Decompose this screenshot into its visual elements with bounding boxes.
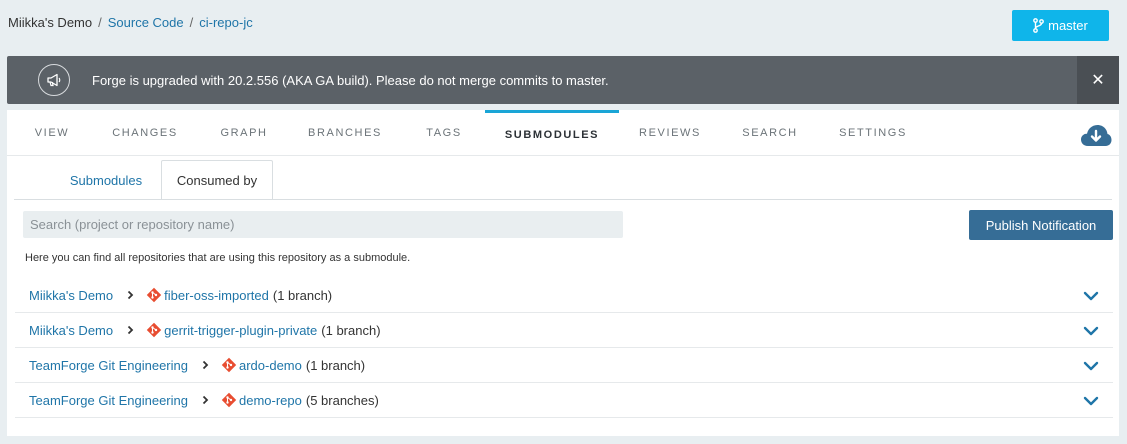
git-icon — [221, 357, 237, 373]
tab-view[interactable]: VIEW — [20, 110, 84, 156]
project-link[interactable]: TeamForge Git Engineering — [29, 393, 188, 408]
tab-settings[interactable]: SETTINGS — [825, 110, 921, 156]
project-link[interactable]: Miikka's Demo — [29, 288, 113, 303]
list-item: TeamForge Git Engineering demo-repo (5 b… — [15, 383, 1113, 418]
branch-count: (1 branch) — [272, 287, 333, 303]
repo-link[interactable]: demo-repo — [239, 393, 302, 408]
git-branch-icon — [1033, 18, 1045, 33]
subtab-divider — [14, 199, 1112, 200]
branch-count: (1 branch) — [321, 322, 381, 338]
search-input[interactable] — [23, 211, 623, 238]
main-panel: VIEW CHANGES GRAPH BRANCHES TAGS SUBMODU… — [7, 110, 1119, 436]
close-banner-button[interactable]: ✕ — [1077, 56, 1119, 104]
chevron-right-icon — [127, 325, 134, 335]
subtab-consumed-by[interactable]: Consumed by — [161, 160, 273, 200]
tab-changes[interactable]: CHANGES — [97, 110, 193, 156]
chevron-down-icon[interactable] — [1083, 324, 1099, 339]
branch-count: (5 branches) — [305, 392, 379, 408]
breadcrumb: Miikka's Demo / Source Code / ci-repo-jc — [8, 15, 253, 30]
megaphone-icon — [38, 64, 70, 96]
breadcrumb-repo-link[interactable]: ci-repo-jc — [199, 15, 252, 30]
breadcrumb-project: Miikka's Demo — [8, 15, 93, 30]
chevron-down-icon[interactable] — [1083, 359, 1099, 374]
git-icon — [221, 392, 237, 408]
banner-message: Forge is upgraded with 20.2.556 (AKA GA … — [92, 72, 609, 88]
list-item: Miikka's Demo gerrit-trigger-plugin-priv… — [15, 313, 1113, 348]
project-link[interactable]: Miikka's Demo — [29, 323, 113, 338]
chevron-right-icon — [202, 395, 209, 405]
chevron-down-icon[interactable] — [1083, 394, 1099, 409]
tab-branches[interactable]: BRANCHES — [295, 110, 395, 156]
repo-tabs: VIEW CHANGES GRAPH BRANCHES TAGS SUBMODU… — [7, 110, 1119, 156]
close-icon: ✕ — [1091, 72, 1105, 89]
tab-submodules[interactable]: SUBMODULES — [485, 110, 619, 156]
help-text: Here you can find all repositories that … — [25, 252, 411, 264]
breadcrumb-separator: / — [189, 15, 194, 30]
announcement-banner: Forge is upgraded with 20.2.556 (AKA GA … — [7, 56, 1119, 104]
chevron-right-icon — [202, 360, 209, 370]
publish-notification-button[interactable]: Publish Notification — [969, 210, 1113, 240]
branch-count: (1 branch) — [305, 357, 366, 373]
project-link[interactable]: TeamForge Git Engineering — [29, 358, 188, 373]
list-item: Miikka's Demo fiber-oss-imported (1 bran… — [15, 278, 1113, 313]
consumer-list: Miikka's Demo fiber-oss-imported (1 bran… — [15, 278, 1113, 418]
tab-reviews[interactable]: REVIEWS — [625, 110, 715, 156]
cloud-download-icon[interactable] — [1080, 124, 1112, 151]
subtab-submodules[interactable]: Submodules — [55, 160, 157, 200]
chevron-right-icon — [127, 290, 134, 300]
tab-tags[interactable]: TAGS — [405, 110, 483, 156]
chevron-down-icon[interactable] — [1083, 289, 1099, 304]
repo-link[interactable]: gerrit-trigger-plugin-private — [164, 323, 317, 338]
breadcrumb-separator: / — [98, 15, 102, 30]
repo-link[interactable]: ardo-demo — [239, 358, 302, 373]
git-icon — [146, 287, 162, 303]
tab-search[interactable]: SEARCH — [725, 110, 815, 156]
branch-selector-label: master — [1048, 18, 1088, 33]
repo-link[interactable]: fiber-oss-imported — [164, 288, 269, 303]
git-icon — [146, 322, 162, 338]
breadcrumb-source-code-link[interactable]: Source Code — [108, 15, 184, 30]
list-item: TeamForge Git Engineering ardo-demo (1 b… — [15, 348, 1113, 383]
tab-graph[interactable]: GRAPH — [203, 110, 285, 156]
branch-selector-button[interactable]: master — [1012, 10, 1109, 41]
